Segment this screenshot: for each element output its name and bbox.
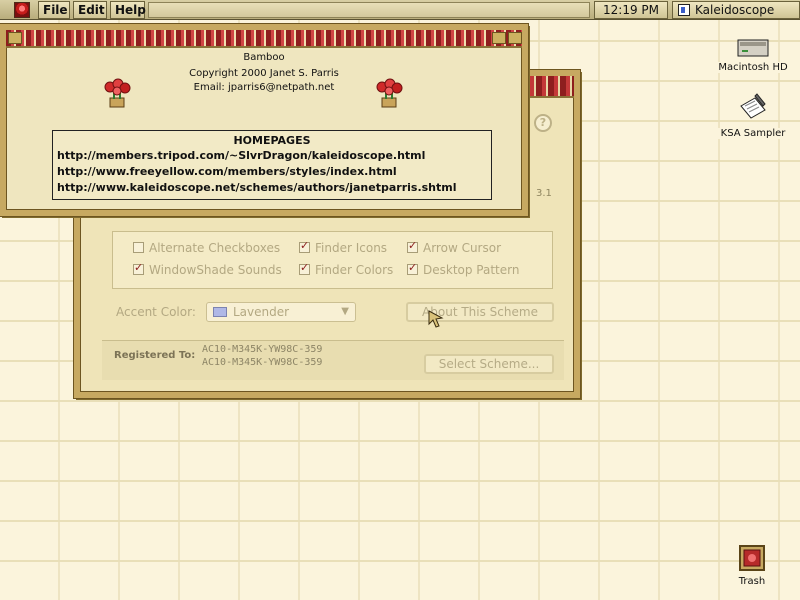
homepage-link[interactable]: http://members.tripod.com/~SlvrDragon/ka… [57,149,425,162]
flower-pot-icon [104,78,131,108]
select-scheme-button[interactable]: Select Scheme... [424,354,554,374]
checkbox-finder-icons[interactable] [299,239,310,253]
zoom-box-icon[interactable] [492,32,506,44]
trash-icon [739,545,765,571]
scheme-name: Bamboo [243,52,285,63]
desktop-icon-trash[interactable]: Trash [726,542,778,587]
close-box-icon[interactable] [8,32,22,44]
about-titlebar[interactable] [6,30,522,48]
option-label: Alternate Checkboxes [149,241,281,255]
option-label: Finder Icons [315,241,388,255]
registration-code: AC10-M345K-YW98C-359 [202,357,323,368]
color-swatch-icon [213,307,227,317]
application-icon [678,4,690,16]
option-label: Desktop Pattern [423,263,520,277]
checkbox-windowshade-sounds[interactable] [133,261,144,275]
option-label: Finder Colors [315,263,394,277]
option-label: WindowShade Sounds [149,263,282,277]
option-label: Arrow Cursor [423,241,502,255]
desktop-icon-label: Macintosh HD [716,62,790,73]
arrow-cursor-icon [428,310,444,328]
checkbox-desktop-pattern[interactable] [407,261,418,275]
menu-bar: File Edit Help 12:19 PM Kaleidoscope [0,0,800,20]
about-scheme-window: Bamboo Copyright 2000 Janet S. Parris Em… [0,24,528,216]
accent-color-popup[interactable]: Lavender ▼ [206,302,356,322]
homepage-link[interactable]: http://www.kaleidoscope.net/schemes/auth… [57,181,457,194]
hard-disk-icon [737,39,769,57]
menu-help[interactable]: Help [110,1,146,19]
apple-menu-icon[interactable] [14,2,30,18]
email-text: Email: jparris6@netpath.net [193,82,335,93]
document-pen-icon [740,93,766,119]
checkbox-finder-colors[interactable] [299,261,310,275]
option-alternate-checkboxes[interactable]: Alternate Checkboxes [133,241,280,255]
accent-color-label: Accent Color: [116,305,196,319]
option-arrow-cursor[interactable]: Arrow Cursor [407,239,502,255]
menu-clock[interactable]: 12:19 PM [594,1,668,19]
application-menu-label: Kaleidoscope [695,3,775,17]
checkbox-arrow-cursor[interactable] [407,239,418,253]
flower-pot-icon [376,78,403,108]
menu-edit[interactable]: Edit [73,1,107,19]
registration-code: AC10-M345K-YW98C-359 [202,344,323,355]
popup-arrow-icon: ▼ [341,306,349,317]
collapse-box-icon[interactable] [508,32,522,44]
desktop-icon-macintosh-hd[interactable]: Macintosh HD [716,36,790,73]
option-desktop-pattern[interactable]: Desktop Pattern [407,261,520,277]
registered-to-label: Registered To: [114,350,196,361]
desktop-icon-label: KSA Sampler [716,128,790,139]
version-label: 3.1 [536,188,552,199]
checkbox-alternate-checkboxes[interactable] [133,242,144,253]
help-button[interactable]: ? [534,114,552,132]
homepage-link[interactable]: http://www.freeyellow.com/members/styles… [57,165,397,178]
option-finder-icons[interactable]: Finder Icons [299,239,388,255]
desktop-icon-label: Trash [726,576,778,587]
application-menu[interactable]: Kaleidoscope [672,1,800,19]
desktop-icon-ksa-sampler[interactable]: KSA Sampler [716,92,790,139]
homepages-box: HOMEPAGES http://members.tripod.com/~Slv… [52,130,492,200]
homepages-title: HOMEPAGES [233,134,311,147]
copyright-text: Copyright 2000 Janet S. Parris [189,68,339,79]
accent-color-value: Lavender [233,305,290,319]
option-finder-colors[interactable]: Finder Colors [299,261,394,277]
menu-file[interactable]: File [38,1,70,19]
menu-bar-spacer [148,2,590,18]
options-group: Alternate Checkboxes Finder Icons Arrow … [112,231,553,289]
option-windowshade-sounds[interactable]: WindowShade Sounds [133,261,282,277]
